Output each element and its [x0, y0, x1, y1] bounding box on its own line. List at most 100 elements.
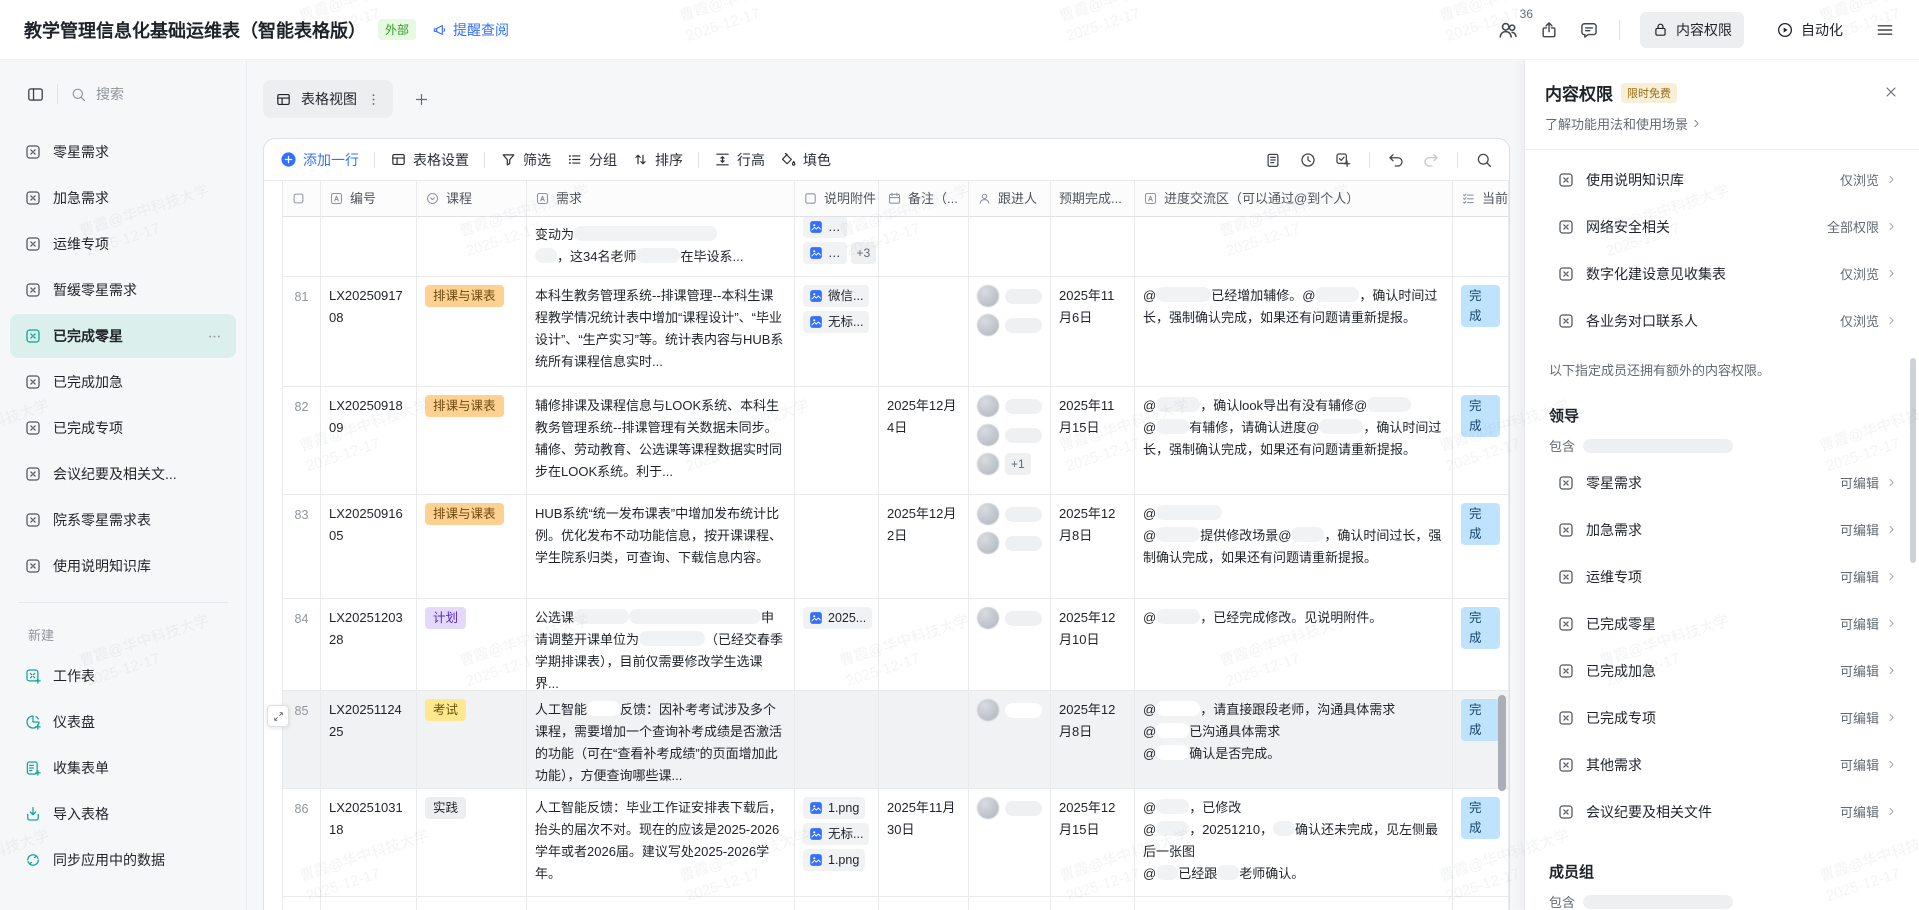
- record-id-cell[interactable]: LX2025091708: [321, 277, 417, 387]
- close-panel-button[interactable]: [1883, 84, 1899, 100]
- course-cell[interactable]: 排课与课表: [417, 387, 527, 495]
- record-id-cell[interactable]: [321, 897, 417, 910]
- due-date-cell[interactable]: 2025年11月15日: [1051, 387, 1135, 495]
- permission-item-使用说明知识库[interactable]: 使用说明知识库仅浏览: [1545, 156, 1899, 203]
- group-permission-item-已完成加急[interactable]: 已完成加急可编辑: [1545, 647, 1899, 694]
- follower-cell[interactable]: +1: [969, 387, 1051, 495]
- column-header-select[interactable]: [283, 181, 321, 217]
- progress-cell[interactable]: @，确认look导出有没有辅修@@有辅修，请确认进度@，确认时间过长，强制确认完…: [1135, 387, 1453, 495]
- note-cell[interactable]: [879, 599, 969, 691]
- search-icon-button[interactable]: [1475, 151, 1493, 169]
- row-number-cell[interactable]: 84: [283, 599, 321, 691]
- toolbar-分组[interactable]: 分组: [566, 150, 617, 170]
- sidebar-item-院系零星需求表[interactable]: 院系零星需求表: [10, 498, 236, 542]
- group-permission-item-加急需求[interactable]: 加急需求可编辑: [1545, 506, 1899, 553]
- table-row[interactable]: 变动为，这34名老师在毕设系...……+3: [283, 217, 1509, 277]
- panel-help-link[interactable]: 了解功能用法和使用场景: [1545, 114, 1899, 133]
- note-cell[interactable]: 2025年11月30日: [879, 789, 969, 897]
- attachment-cell[interactable]: 2025...: [795, 599, 879, 691]
- group-permission-item-会议纪要及相关文件[interactable]: 会议纪要及相关文件可编辑: [1545, 788, 1899, 835]
- undo-icon-button[interactable]: [1387, 151, 1405, 169]
- progress-cell[interactable]: @，已经完成修改。见说明附件。: [1135, 599, 1453, 691]
- collapse-sidebar-button[interactable]: [26, 85, 45, 104]
- due-date-cell[interactable]: 2025年12月8日: [1051, 495, 1135, 599]
- column-header-编号[interactable]: 编号: [321, 181, 417, 217]
- table-row[interactable]: 84LX2025120328计划公选课申请调整开课单位为（已经交春季学期排课表）…: [283, 599, 1509, 691]
- course-cell[interactable]: 排课与课表: [417, 277, 527, 387]
- sidebar-search[interactable]: 搜索: [70, 84, 124, 104]
- due-date-cell[interactable]: 2025年12月8日: [1051, 691, 1135, 789]
- group-permission-item-运维专项[interactable]: 运维专项可编辑: [1545, 553, 1899, 600]
- sidebar-item-暂缓零星需求[interactable]: 暂缓零星需求: [10, 268, 236, 312]
- demand-cell[interactable]: [527, 897, 795, 910]
- table-row[interactable]: 86LX2025103118实践人工智能反馈：毕业工作证安排表下载后，抬头的届次…: [283, 789, 1509, 897]
- follower-cell[interactable]: [969, 599, 1051, 691]
- demand-cell[interactable]: 公选课申请调整开课单位为（已经交春季学期排课表），目前仅需要修改学生选课界...: [527, 599, 795, 691]
- note-cell[interactable]: [879, 897, 969, 910]
- follower-cell[interactable]: [969, 897, 1051, 910]
- sidebar-item-使用说明知识库[interactable]: 使用说明知识库: [10, 544, 236, 588]
- attachment-chip[interactable]: 1.png: [803, 849, 865, 871]
- collaborators-button[interactable]: 36: [1497, 19, 1519, 41]
- table-row[interactable]: 82LX2025091809排课与课表辅修排课及课程信息与LOOK系统、本科生教…: [283, 387, 1509, 495]
- sidebar-item-零星需求[interactable]: 零星需求: [10, 130, 236, 174]
- due-date-cell[interactable]: 2025年12月10日: [1051, 599, 1135, 691]
- follower-cell[interactable]: [969, 691, 1051, 789]
- demand-cell[interactable]: HUB系统“统一发布课表”中增加发布统计比例。优化发布不动功能信息，按开课课程、…: [527, 495, 795, 599]
- demand-cell[interactable]: 变动为，这34名老师在毕设系...: [527, 217, 795, 277]
- attachment-chip[interactable]: 无标...: [803, 823, 869, 845]
- status-cell[interactable]: [1453, 217, 1509, 277]
- attachment-cell[interactable]: 微信... 无标...: [795, 277, 879, 387]
- row-number-cell[interactable]: 82: [283, 387, 321, 495]
- toolbar-行高[interactable]: 行高: [714, 150, 765, 170]
- more-menu-button[interactable]: [1875, 20, 1895, 40]
- record-id-cell[interactable]: LX2025091809: [321, 387, 417, 495]
- column-header-当前[interactable]: 当前: [1453, 181, 1509, 217]
- content-permission-button[interactable]: 内容权限: [1640, 12, 1744, 48]
- toolbar-筛选[interactable]: 筛选: [500, 150, 551, 170]
- tab-menu-icon[interactable]: [366, 92, 381, 107]
- table-row[interactable]: [283, 897, 1509, 910]
- sidebar-new-工作表[interactable]: 工作表: [10, 654, 236, 698]
- permission-item-各业务对口联系人[interactable]: 各业务对口联系人仅浏览: [1545, 297, 1899, 344]
- course-cell[interactable]: 计划: [417, 599, 527, 691]
- attachment-cell[interactable]: [795, 897, 879, 910]
- group-permission-item-其他需求[interactable]: 其他需求可编辑: [1545, 741, 1899, 788]
- progress-cell[interactable]: @，请直接跟段老师，沟通具体需求@已沟通具体需求@确认是否完成。: [1135, 691, 1453, 789]
- record-id-cell[interactable]: LX2025091605: [321, 495, 417, 599]
- course-cell[interactable]: 考试: [417, 691, 527, 789]
- due-date-cell[interactable]: 2025年12月15日: [1051, 789, 1135, 897]
- status-cell[interactable]: [1453, 897, 1509, 910]
- course-cell[interactable]: [417, 217, 527, 277]
- attachment-chip[interactable]: …: [803, 242, 847, 264]
- share-button[interactable]: [1539, 20, 1559, 40]
- attachment-cell[interactable]: ……+3: [795, 217, 879, 277]
- follower-more-chip[interactable]: +1: [1005, 453, 1031, 475]
- status-cell[interactable]: 完成: [1453, 387, 1509, 495]
- attachment-chip[interactable]: 无标...: [803, 311, 869, 333]
- note-cell[interactable]: 2025年12月4日: [879, 387, 969, 495]
- attachment-chip[interactable]: 微信...: [803, 285, 869, 307]
- sidebar-item-已完成加急[interactable]: 已完成加急: [10, 360, 236, 404]
- demand-cell[interactable]: 人工智能反馈：因补考考试涉及多个课程，需要增加一个查询补考成绩是否激活的功能（可…: [527, 691, 795, 789]
- expand-record-button[interactable]: [267, 705, 289, 727]
- due-date-cell[interactable]: [1051, 897, 1135, 910]
- status-cell[interactable]: 完成: [1453, 599, 1509, 691]
- group-permission-item-已完成零星[interactable]: 已完成零星可编辑: [1545, 600, 1899, 647]
- sidebar-item-运维专项[interactable]: 运维专项: [10, 222, 236, 266]
- sidebar-new-收集表单[interactable]: 收集表单: [10, 746, 236, 790]
- status-cell[interactable]: 完成: [1453, 277, 1509, 387]
- record-id-cell[interactable]: [321, 217, 417, 277]
- attachment-more-chip[interactable]: +3: [851, 242, 877, 264]
- clip-icon-button[interactable]: [1264, 151, 1282, 169]
- note-cell[interactable]: [879, 691, 969, 789]
- course-cell[interactable]: 排课与课表: [417, 495, 527, 599]
- status-cell[interactable]: 完成: [1453, 789, 1509, 897]
- tab-table-view[interactable]: 表格视图: [263, 80, 393, 118]
- follower-cell[interactable]: [969, 217, 1051, 277]
- sidebar-new-仪表盘[interactable]: 仪表盘: [10, 700, 236, 744]
- column-header-进度交流区（可以通过@到个人）[interactable]: 进度交流区（可以通过@到个人）: [1135, 181, 1453, 217]
- remind-review-link[interactable]: 提醒查阅: [432, 20, 509, 40]
- due-date-cell[interactable]: [1051, 217, 1135, 277]
- sidebar-item-已完成零星[interactable]: 已完成零星: [10, 314, 236, 358]
